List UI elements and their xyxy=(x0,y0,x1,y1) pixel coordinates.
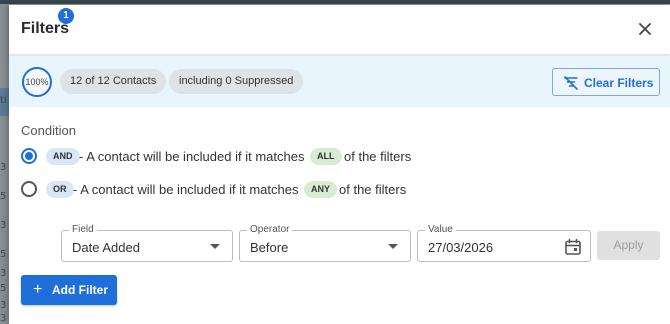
dialog-header: Filters 1 xyxy=(9,5,670,55)
background-row-fragment: 5 xyxy=(0,283,7,294)
and-tag: AND xyxy=(46,148,80,165)
operator-select-label: Operator xyxy=(247,224,293,235)
condition-or-text: - A contact will be included if it match… xyxy=(73,182,299,197)
background-top-bar xyxy=(0,0,670,4)
chevron-down-icon xyxy=(388,244,398,249)
all-tag: ALL xyxy=(310,148,342,165)
background-row-fragment: 3 xyxy=(0,268,7,279)
match-percentage-circle: 100% xyxy=(22,67,52,97)
operator-select[interactable]: Operator Before xyxy=(239,224,411,262)
field-select[interactable]: Field Date Added xyxy=(61,224,233,262)
calendar-icon[interactable] xyxy=(564,238,582,261)
field-select-label: Field xyxy=(69,224,97,235)
apply-button[interactable]: Apply xyxy=(597,231,660,260)
filters-dialog: Filters 1 100% 12 of 12 Contacts includi… xyxy=(9,5,670,324)
suppressed-count-chip: including 0 Suppressed xyxy=(169,69,304,94)
background-row-fragment: 3 xyxy=(0,300,7,311)
operator-select-value: Before xyxy=(250,240,289,255)
background-row-fragment: 3 xyxy=(0,313,7,324)
close-icon xyxy=(639,23,651,35)
condition-or-radio[interactable] xyxy=(21,181,37,197)
condition-or-suffix: of the filters xyxy=(339,182,407,197)
condition-and-radio[interactable] xyxy=(21,148,37,164)
background-row-fragment: 3 xyxy=(0,220,7,231)
close-button[interactable] xyxy=(635,19,655,39)
condition-and-text: - A contact will be included if it match… xyxy=(79,149,305,164)
filter-summary-bar: 100% 12 of 12 Contacts including 0 Suppr… xyxy=(9,56,670,107)
background-row-fragment: 5 xyxy=(0,249,7,260)
clear-filters-label: Clear Filters xyxy=(584,76,654,90)
background-row-fragment: 5 xyxy=(0,191,7,202)
clear-filters-button[interactable]: Clear Filters xyxy=(552,68,660,96)
chevron-down-icon xyxy=(210,244,220,249)
condition-and-suffix: of the filters xyxy=(344,149,412,164)
any-tag: ANY xyxy=(304,181,338,198)
condition-label: Condition xyxy=(21,123,76,138)
value-date-input[interactable]: Value 27/03/2026 xyxy=(417,224,591,262)
add-filter-button[interactable]: + Add Filter xyxy=(21,275,117,305)
add-filter-label: Add Filter xyxy=(52,283,108,297)
plus-icon: + xyxy=(33,281,43,298)
value-input-value: 27/03/2026 xyxy=(428,240,494,255)
value-input-label: Value xyxy=(425,224,456,235)
background-tab-fragment: ti xyxy=(0,95,7,106)
or-tag: OR xyxy=(46,181,74,198)
filter-off-icon xyxy=(564,76,578,90)
field-select-value: Date Added xyxy=(72,240,140,255)
background-row-fragment: 3 xyxy=(0,162,7,173)
contacts-count-chip: 12 of 12 Contacts xyxy=(60,69,167,94)
filter-count-badge: 1 xyxy=(58,8,74,24)
